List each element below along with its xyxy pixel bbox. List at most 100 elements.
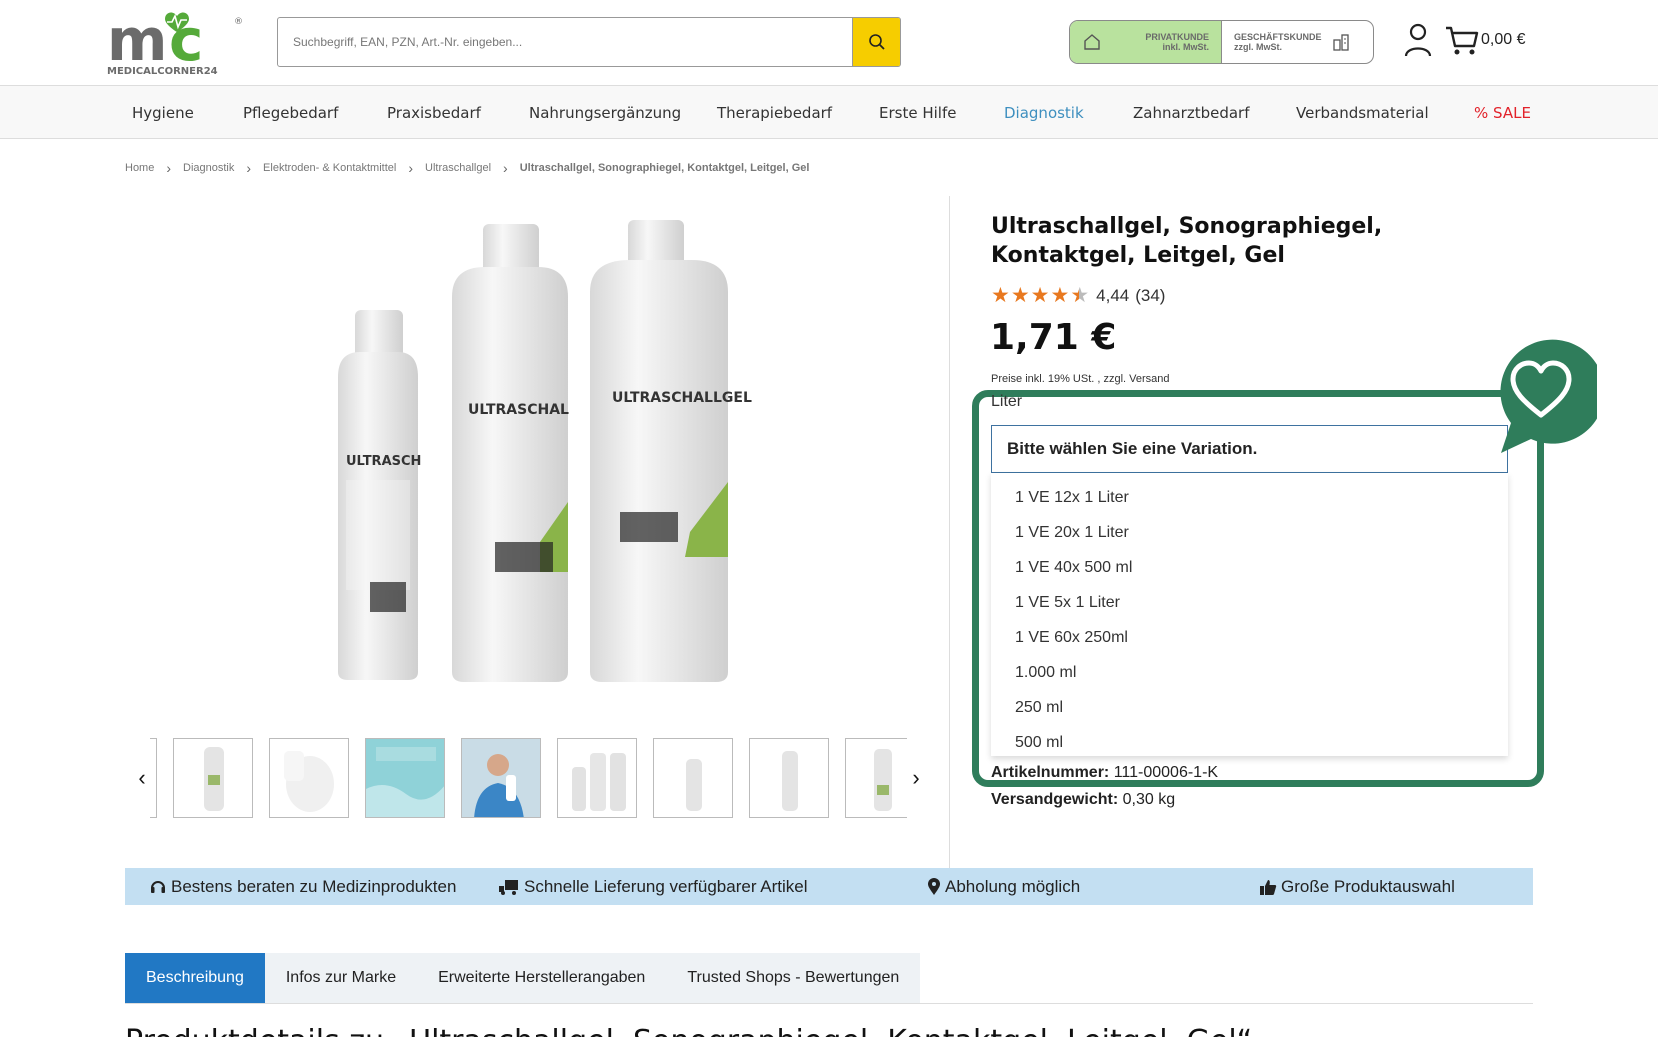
cart-icon [1446,26,1479,55]
nav-item-diagnostik[interactable]: Diagnostik [1004,104,1084,122]
customer-type-toggle: PRIVATKUNDE inkl. MwSt. GESCHÄFTSKUNDE z… [1069,20,1374,64]
variation-option[interactable]: 1 VE 40x 500 ml [1015,559,1132,577]
nav-item-praxisbedarf[interactable]: Praxisbedarf [387,104,481,122]
private-customer-sublabel: inkl. MwSt. [1162,42,1209,52]
search-icon [868,34,885,50]
chevron-left-icon: ‹ [138,765,146,790]
breadcrumb-elektroden[interactable]: Elektroden- & Kontaktmittel [263,162,396,174]
bottle-label: ULTRASCHALLGEL [612,390,752,406]
nav-item-nahrungsergaenzung[interactable]: Nahrungsergänzung [529,104,681,122]
building-icon [1332,34,1349,51]
chevron-right-icon: › [503,160,508,176]
sku-label: Artikelnummer: [991,764,1110,781]
breadcrumb: Home › Diagnostik › Elektroden- & Kontak… [125,160,809,176]
product-main-image[interactable]: ULTRASCH ULTRASCHAL ULTRASCHALLGEL [310,212,760,682]
weight-value: 0,30 kg [1122,791,1176,808]
thumbnail-prev-button[interactable]: ‹ [134,763,150,793]
svg-text:ULTRASCHAL: ULTRASCHAL [468,402,569,418]
variation-dropdown: 1 VE 12x 1 Liter 1 VE 20x 1 Liter 1 VE 4… [991,473,1508,756]
breadcrumb-ultraschallgel[interactable]: Ultraschallgel [425,162,491,174]
variation-option[interactable]: 1 VE 5x 1 Liter [1015,594,1120,612]
chevron-right-icon: › [166,160,172,176]
nav-item-hygiene[interactable]: Hygiene [132,104,194,122]
breadcrumb-diagnostik[interactable]: Diagnostik [183,162,234,174]
rating-stars-icon: ★★★★★ [991,284,1091,307]
private-customer-option[interactable]: PRIVATKUNDE inkl. MwSt. [1070,21,1222,63]
business-customer-sublabel: zzgl. MwSt. [1234,42,1282,52]
variation-option[interactable]: 250 ml [1015,699,1063,717]
tabs-divider [125,1003,1533,1004]
wishlist-button[interactable] [1481,335,1597,453]
nav-item-pflegebedarf[interactable]: Pflegebedarf [243,104,338,122]
account-button[interactable] [1403,22,1433,58]
search-button[interactable] [852,18,900,66]
thumbnail-3[interactable] [365,738,445,818]
house-icon [1084,34,1100,50]
nav-item-sale[interactable]: % SALE [1474,104,1531,122]
chevron-right-icon: › [912,765,920,790]
product-title: Ultraschallgel, Sonographiegel, Kontaktg… [991,214,1383,268]
cart-button[interactable] [1444,22,1480,58]
tab-erweiterte-herstellerangaben[interactable]: Erweiterte Herstellerangaben [417,953,666,1003]
variation-option[interactable]: 500 ml [1015,734,1063,752]
nav-item-therapiebedarf[interactable]: Therapiebedarf [717,104,832,122]
private-customer-label: PRIVATKUNDE [1145,32,1209,42]
price-note: Preise inkl. 19% USt. , zzgl. Versand [991,373,1170,385]
variation-select[interactable]: Bitte wählen Sie eine Variation. [991,425,1508,473]
variation-option[interactable]: 1 VE 12x 1 Liter [1015,489,1129,507]
medicalcorner24-logo[interactable]: m c ® MEDICALCORNER24 [107,10,247,78]
headset-icon [151,881,165,893]
usp-text: Abholung möglich [945,877,1081,896]
map-pin-icon [928,878,940,895]
user-icon [1404,23,1432,57]
logo-text: MEDICALCORNER24 [107,66,218,77]
usp-item-delivery: Schnelle Lieferung verfügbarer Artikel [498,877,808,897]
weight-label: Versandgewicht: [991,791,1119,808]
search-bar [277,17,901,67]
thumbnail-2[interactable] [269,738,349,818]
tab-beschreibung[interactable]: Beschreibung [125,953,265,1003]
usp-text: Schnelle Lieferung verfügbarer Artikel [524,877,808,896]
thumbnail-6[interactable] [653,738,733,818]
product-price: 1,71 € [990,317,1117,358]
variation-option[interactable]: 1 VE 60x 250ml [1015,629,1128,647]
usp-bar: Bestens beraten zu Medizinprodukten Schn… [125,868,1533,905]
business-customer-label: GESCHÄFTSKUNDE [1234,32,1322,42]
usp-item-pickup: Abholung möglich [927,877,1080,897]
svg-text:®: ® [234,17,243,27]
nav-item-zahnarztbedarf[interactable]: Zahnarztbedarf [1133,104,1250,122]
nav-item-erste-hilfe[interactable]: Erste Hilfe [879,104,956,122]
usp-text: Große Produktauswahl [1281,877,1455,896]
thumbnail-5[interactable] [557,738,637,818]
usp-text: Bestens beraten zu Medizinprodukten [171,877,457,896]
usp-item-selection: Große Produktauswahl [1259,877,1455,897]
svg-text:ULTRASCH: ULTRASCH [346,454,421,469]
breadcrumb-home[interactable]: Home [125,162,154,174]
chevron-right-icon: › [246,160,252,176]
thumbnail-4[interactable] [461,738,541,818]
rating-count: (34) [1135,285,1166,305]
variation-option[interactable]: 1.000 ml [1015,664,1076,682]
search-input[interactable] [278,18,852,66]
section-heading: Produktdetails zu „Ultraschallgel, Sonog… [125,1024,1252,1037]
thumbnail-1[interactable] [173,738,253,818]
sku-value: 111-00006-1-K [1113,764,1219,781]
truck-icon [499,880,518,895]
variation-label: Liter [991,393,1023,410]
variation-option[interactable]: 1 VE 20x 1 Liter [1015,524,1129,542]
business-customer-option[interactable]: GESCHÄFTSKUNDE zzgl. MwSt. [1222,21,1373,63]
product-tabs: Beschreibung Infos zur Marke Erweiterte … [125,953,921,1003]
chevron-right-icon: › [408,160,414,176]
tab-trusted-shops-bewertungen[interactable]: Trusted Shops - Bewertungen [666,953,920,1003]
main-navigation: Hygiene Pflegebedarf Praxisbedarf Nahrun… [0,86,1658,139]
site-header: m c ® MEDICALCORNER24 PRIVATKUNDE inkl. … [0,0,1658,86]
thumbnail-7[interactable] [749,738,829,818]
rating-value: 4,44 [1096,285,1130,305]
thumbnail-8[interactable] [845,738,907,818]
nav-item-verbandsmaterial[interactable]: Verbandsmaterial [1296,104,1429,122]
usp-item-advice: Bestens beraten zu Medizinprodukten [149,877,456,897]
tab-infos-zur-marke[interactable]: Infos zur Marke [265,953,417,1003]
product-rating[interactable]: ★★★★★ 4,44 (34) [991,283,1165,308]
cart-total[interactable]: 0,00 € [1481,31,1525,49]
thumbnail-next-button[interactable]: › [908,763,924,793]
